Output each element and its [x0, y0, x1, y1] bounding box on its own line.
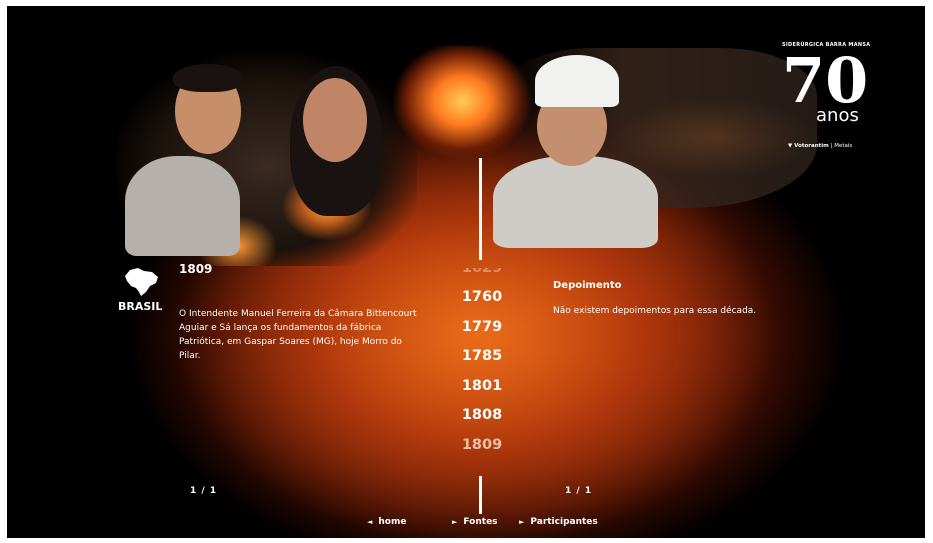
testimony-title: Depoimento: [553, 280, 622, 291]
worker-figure: [493, 156, 658, 248]
year-item[interactable]: 1629: [447, 268, 517, 284]
testimony-text: Não existem depoimentos para essa década…: [553, 306, 757, 316]
timeline-viewer: BRASIL 1809 O Intendente Manuel Ferreira…: [7, 6, 925, 538]
timeline-divider: [479, 476, 482, 514]
brazil-map-icon: [125, 268, 158, 296]
pagination-left: 1 / 1: [190, 486, 218, 496]
home-label: home: [378, 517, 407, 527]
arrow-left-icon: ◄: [367, 518, 373, 526]
selected-year-title: 1809: [179, 262, 213, 276]
helmet-icon: [535, 55, 619, 107]
logo-brand-name: Votorantim: [794, 143, 829, 149]
logo-brand: ▼ Votorantim | Metais: [788, 143, 853, 149]
year-item[interactable]: 1808: [447, 401, 517, 431]
timeline-divider: [479, 158, 482, 260]
logo: SIDERÚRGICA BARRA MANSA 70 anos ▼ Votora…: [782, 42, 870, 162]
participantes-label: Participantes: [530, 517, 598, 527]
year-item[interactable]: 1779: [447, 313, 517, 343]
fontes-link[interactable]: ► Fontes: [452, 517, 498, 527]
year-list[interactable]: 1629 1760 1779 1785 1801 1808 1809: [447, 268, 517, 463]
arrow-right-icon: ►: [519, 518, 525, 526]
woman-head: [303, 78, 367, 162]
fontes-label: Fontes: [463, 517, 498, 527]
year-item-current[interactable]: 1809: [447, 431, 517, 461]
logo-suffix: anos: [816, 105, 859, 126]
home-link[interactable]: ◄ home: [367, 517, 406, 527]
year-item[interactable]: 1801: [447, 372, 517, 402]
man-hair: [173, 64, 243, 92]
arrow-right-icon: ►: [452, 518, 458, 526]
country-label: BRASIL: [118, 300, 163, 313]
man-figure: [125, 156, 240, 256]
event-description: O Intendente Manuel Ferreira da Câmara B…: [179, 309, 417, 361]
pagination-right: 1 / 1: [565, 486, 593, 496]
year-item[interactable]: 1785: [447, 342, 517, 372]
participantes-link[interactable]: ► Participantes: [519, 517, 598, 527]
year-item[interactable]: 1760: [447, 283, 517, 313]
logo-division: Metais: [834, 143, 853, 149]
